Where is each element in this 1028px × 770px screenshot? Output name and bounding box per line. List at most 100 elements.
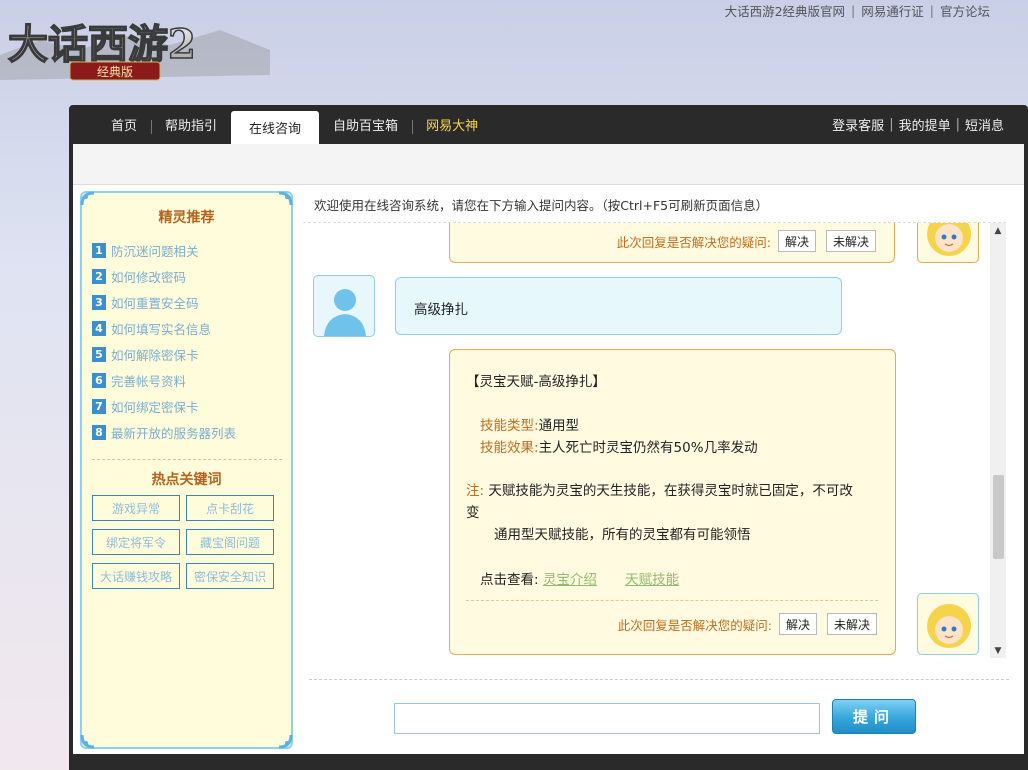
chat-scrollbar[interactable]: ▲ ▼ bbox=[990, 223, 1006, 658]
fairy-avatar-icon bbox=[927, 223, 971, 256]
corner-ornament-icon bbox=[80, 191, 96, 207]
number-badge: 5 bbox=[92, 346, 106, 362]
recommend-item[interactable]: 2 如何修改密码 bbox=[92, 263, 236, 289]
keyword-button[interactable]: 密保安全知识 bbox=[186, 563, 274, 589]
corner-ornament-icon bbox=[277, 191, 293, 207]
skill-effect-value: 主人死亡时灵宝仍然有50%几率发动 bbox=[538, 440, 758, 456]
keyword-button[interactable]: 游戏异常 bbox=[92, 495, 180, 521]
unsolved-button[interactable]: 未解决 bbox=[826, 613, 877, 635]
bot-message-bubble: 【灵宝天赋-高级挣扎】 技能类型:通用型 技能效果:主人死亡时灵宝仍然有50%几… bbox=[449, 349, 896, 655]
welcome-text: 欢迎使用在线咨询系统，请您在下方输入提问内容。（按Ctrl+F5可刷新页面信息） bbox=[314, 198, 769, 213]
recommend-title: 精灵推荐 bbox=[158, 210, 215, 226]
unsolved-button[interactable]: 未解决 bbox=[825, 230, 876, 252]
skill-effect-row: 技能效果:主人死亡时灵宝仍然有50%几率发动 bbox=[480, 436, 758, 456]
user-silhouette-icon bbox=[324, 289, 366, 336]
forum-link[interactable]: 官方论坛 bbox=[940, 1, 990, 20]
feedback-row: 此次回复是否解决您的疑问: 解决 未解决 bbox=[617, 230, 876, 252]
sidebar: 精灵推荐 1 防沉迷问题相关 2 如何修改密码 3 如何重置安全码 4 如何填写实名信息… bbox=[80, 191, 293, 749]
solved-button[interactable]: 解决 bbox=[777, 230, 816, 252]
recommend-list: 1 防沉迷问题相关 2 如何修改密码 3 如何重置安全码 4 如何填写实名信息 5 如何解… bbox=[92, 237, 236, 445]
official-site-link[interactable]: 大话西游2经典版官网 bbox=[725, 1, 845, 20]
recommend-item-label: 防沉迷问题相关 bbox=[111, 243, 199, 259]
recommend-item[interactable]: 7 如何绑定密保卡 bbox=[92, 393, 236, 419]
feedback-row: 此次回复是否解决您的疑问: 解决 未解决 bbox=[618, 613, 877, 635]
talent-skill-link[interactable]: 天赋技能 bbox=[625, 572, 679, 588]
bot-message-bubble: 此次回复是否解决您的疑问: 解决 未解决 bbox=[449, 223, 895, 263]
view-label: 点击查看: bbox=[480, 572, 539, 588]
separator: | bbox=[929, 3, 934, 18]
separator: | bbox=[889, 117, 894, 132]
game-logo[interactable]: 大话西游2 经典版 bbox=[0, 0, 280, 95]
fairy-avatar-icon bbox=[927, 604, 971, 648]
tab-home[interactable]: 首页 bbox=[97, 105, 151, 144]
bottom-strip bbox=[73, 754, 1024, 760]
my-tickets-link[interactable]: 我的提单 bbox=[899, 115, 951, 134]
ask-button[interactable]: 提问 bbox=[832, 699, 916, 734]
navbar: 首页 帮助指引 在线咨询 自助百宝箱 网易大神 登录客服 | 我的提单 | 短消… bbox=[69, 105, 1028, 144]
skill-effect-label: 技能效果: bbox=[480, 440, 539, 456]
tab-help-guide[interactable]: 帮助指引 bbox=[151, 105, 231, 144]
tab-self-service[interactable]: 自助百宝箱 bbox=[319, 105, 412, 144]
nav-right-links: 登录客服 | 我的提单 | 短消息 bbox=[832, 105, 1004, 144]
main-frame: 首页 帮助指引 在线咨询 自助百宝箱 网易大神 登录客服 | 我的提单 | 短消… bbox=[69, 105, 1028, 770]
feedback-question: 此次回复是否解决您的疑问: bbox=[616, 234, 771, 250]
scroll-down-icon[interactable]: ▼ bbox=[990, 643, 1006, 658]
skill-type-value: 通用型 bbox=[538, 418, 580, 434]
recommend-item-label: 如何重置安全码 bbox=[111, 295, 199, 311]
recommend-item[interactable]: 4 如何填写实名信息 bbox=[92, 315, 236, 341]
tab-netease-dashen[interactable]: 网易大神 bbox=[412, 105, 492, 144]
user-message-text: 高级挣扎 bbox=[414, 302, 468, 318]
skill-type-label: 技能类型: bbox=[480, 418, 539, 434]
divider bbox=[466, 600, 878, 601]
recommend-item-label: 最新开放的服务器列表 bbox=[111, 425, 237, 441]
keyword-button[interactable]: 大话赚钱攻略 bbox=[92, 563, 180, 589]
recommend-item[interactable]: 3 如何重置安全码 bbox=[92, 289, 236, 315]
recommend-item-label: 如何绑定密保卡 bbox=[111, 399, 199, 415]
number-badge: 1 bbox=[92, 242, 106, 258]
sub-bar bbox=[73, 144, 1024, 185]
user-message-bubble: 高级挣扎 bbox=[395, 277, 842, 335]
recommend-item-label: 如何解除密保卡 bbox=[111, 347, 199, 363]
scroll-thumb[interactable] bbox=[993, 475, 1004, 559]
note-line-1: 天赋技能为灵宝的天生技能，在获得灵宝时就已固定，不可改 bbox=[484, 483, 853, 499]
keyword-button[interactable]: 藏宝阁问题 bbox=[186, 529, 274, 555]
keywords-grid: 游戏异常 点卡刮花 绑定将军令 藏宝阁问题 大话赚钱攻略 密保安全知识 bbox=[92, 495, 274, 589]
scroll-up-icon[interactable]: ▲ bbox=[990, 223, 1006, 239]
lingbao-intro-link[interactable]: 灵宝介绍 bbox=[543, 572, 597, 588]
separator: | bbox=[851, 3, 856, 18]
view-links-row: 点击查看: 灵宝介绍 天赋技能 bbox=[480, 568, 679, 588]
corner-ornament-icon bbox=[80, 733, 96, 749]
recommend-item-label: 如何修改密码 bbox=[111, 269, 187, 285]
nav-tabs: 首页 帮助指引 在线咨询 自助百宝箱 网易大神 bbox=[97, 105, 492, 144]
separator: | bbox=[955, 117, 960, 132]
divider bbox=[309, 679, 1009, 680]
tab-online-consult[interactable]: 在线咨询 bbox=[231, 111, 320, 144]
messages-link[interactable]: 短消息 bbox=[965, 115, 1004, 134]
number-badge: 7 bbox=[92, 398, 106, 414]
number-badge: 3 bbox=[92, 294, 106, 310]
number-badge: 4 bbox=[92, 320, 106, 336]
question-input[interactable] bbox=[394, 703, 820, 734]
recommend-item-label: 完善帐号资料 bbox=[111, 373, 187, 389]
top-links: 大话西游2经典版官网 | 网易通行证 | 官方论坛 bbox=[725, 1, 990, 20]
recommend-item[interactable]: 5 如何解除密保卡 bbox=[92, 341, 236, 367]
chat-history[interactable]: 此次回复是否解决您的疑问: 解决 未解决 高级挣扎 【灵宝天赋-高级挣扎】 技能… bbox=[303, 222, 1006, 658]
solved-button[interactable]: 解决 bbox=[778, 613, 817, 635]
number-badge: 6 bbox=[92, 372, 106, 388]
bot-avatar bbox=[917, 593, 979, 655]
login-support-link[interactable]: 登录客服 bbox=[832, 115, 884, 134]
recommend-item-label: 如何填写实名信息 bbox=[111, 321, 212, 337]
recommend-item[interactable]: 1 防沉迷问题相关 bbox=[92, 237, 236, 263]
netease-passport-link[interactable]: 网易通行证 bbox=[861, 1, 924, 20]
note-line-2: 通用型天赋技能，所有的灵宝都有可能领悟 bbox=[494, 527, 751, 543]
keyword-button[interactable]: 绑定将军令 bbox=[92, 529, 180, 555]
reply-heading: 【灵宝天赋-高级挣扎】 bbox=[466, 374, 606, 390]
bot-avatar bbox=[917, 223, 979, 263]
note-paragraph: 注: 天赋技能为灵宝的天生技能，在获得灵宝时就已固定，不可改 变 通用型天赋技能… bbox=[466, 480, 886, 546]
keyword-button[interactable]: 点卡刮花 bbox=[186, 495, 274, 521]
recommend-item[interactable]: 6 完善帐号资料 bbox=[92, 367, 236, 393]
recommend-item[interactable]: 8 最新开放的服务器列表 bbox=[92, 419, 236, 445]
content-panel: 精灵推荐 1 防沉迷问题相关 2 如何修改密码 3 如何重置安全码 4 如何填写实名信息… bbox=[73, 144, 1024, 760]
number-badge: 2 bbox=[92, 268, 106, 284]
note-label: 注: bbox=[466, 483, 485, 499]
